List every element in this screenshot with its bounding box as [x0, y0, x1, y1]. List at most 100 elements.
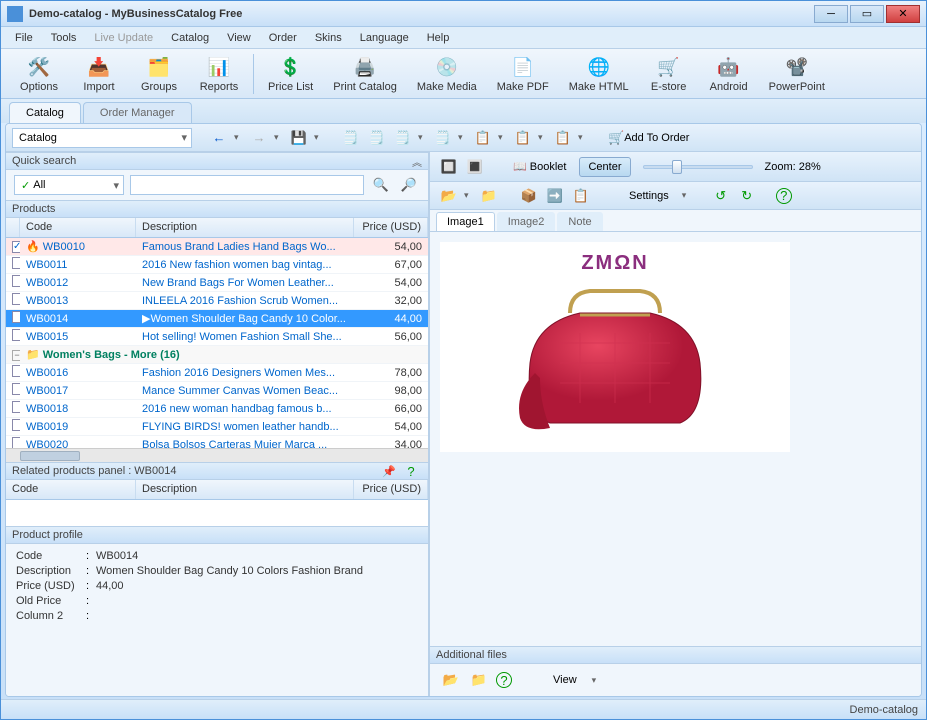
catalog-combo[interactable]: Catalog — [12, 128, 192, 148]
center-button[interactable]: Center — [579, 157, 630, 177]
menu-tools[interactable]: Tools — [43, 30, 85, 46]
collapse-icon[interactable]: ︽ — [412, 154, 422, 169]
tab-image1[interactable]: Image1 — [436, 212, 495, 231]
tool-icon-5[interactable]: 📋 — [472, 127, 494, 149]
help-icon[interactable]: ? — [776, 188, 792, 204]
toolbar-import-button[interactable]: 📥Import — [69, 52, 129, 95]
tool-icon-4[interactable]: 🗒️ — [432, 127, 454, 149]
quick-search-input[interactable] — [130, 175, 364, 195]
nav-forward-button[interactable]: → — [248, 127, 270, 149]
settings-button[interactable]: Settings — [620, 186, 678, 206]
product-image: ZMΩN — [440, 242, 790, 452]
products-grid[interactable]: 🔥 WB0010Famous Brand Ladies Hand Bags Wo… — [6, 238, 428, 448]
col-price[interactable]: Price (USD) — [354, 480, 428, 499]
quick-search-filter-combo[interactable]: ✓ All — [14, 175, 124, 195]
product-row[interactable]: WB0014▶Women Shoulder Bag Candy 10 Color… — [6, 310, 428, 328]
checkbox[interactable] — [12, 241, 20, 253]
rotate-ccw-icon[interactable]: ↺ — [710, 185, 732, 207]
checkbox[interactable] — [12, 257, 20, 269]
col-desc[interactable]: Description — [136, 218, 354, 237]
col-desc[interactable]: Description — [136, 480, 354, 499]
clipboard-icon[interactable]: 📋 — [570, 185, 592, 207]
col-code[interactable]: Code — [6, 480, 136, 499]
toolbar-android-button[interactable]: 🤖Android — [699, 52, 759, 95]
tool-icon-2[interactable]: 🗒️ — [366, 127, 388, 149]
product-row[interactable]: WB00112016 New fashion women bag vintag.… — [6, 256, 428, 274]
checkbox[interactable] — [12, 365, 20, 377]
checkbox[interactable] — [12, 401, 20, 413]
toolbar-make-pdf-button[interactable]: 📄Make PDF — [487, 52, 559, 95]
box-icon[interactable]: 📦 — [518, 185, 540, 207]
checkbox[interactable] — [12, 293, 20, 305]
product-row[interactable]: WB00182016 new woman handbag famous b...… — [6, 400, 428, 418]
preview-tool-2-icon[interactable]: 🔳 — [464, 156, 486, 178]
checkbox[interactable] — [12, 311, 20, 323]
tab-image2[interactable]: Image2 — [497, 212, 556, 231]
product-row[interactable]: WB0016Fashion 2016 Designers Women Mes..… — [6, 364, 428, 382]
checkbox[interactable] — [12, 329, 20, 341]
checkbox[interactable] — [12, 383, 20, 395]
toolbar-options-button[interactable]: 🛠️Options — [9, 52, 69, 95]
window-title: Demo-catalog - MyBusinessCatalog Free — [29, 8, 814, 20]
toolbar-make-media-button[interactable]: 💿Make Media — [407, 52, 487, 95]
product-row[interactable]: WB0017Mance Summer Canvas Women Beac...9… — [6, 382, 428, 400]
toolbar-powerpoint-button[interactable]: 📽️PowerPoint — [759, 52, 835, 95]
add-to-order-icon[interactable]: 🛒 Add To Order — [604, 127, 693, 149]
product-row[interactable]: WB0020Bolsa Bolsos Carteras Mujer Marca … — [6, 436, 428, 448]
product-row[interactable]: WB0019FLYING BIRDS! women leather handb.… — [6, 418, 428, 436]
menu-language[interactable]: Language — [352, 30, 417, 46]
tool-icon-6[interactable]: 📋 — [512, 127, 534, 149]
tab-order-manager[interactable]: Order Manager — [83, 102, 192, 123]
zoom-slider[interactable] — [643, 165, 753, 169]
help-icon[interactable]: ? — [400, 460, 422, 482]
af-folder-1-icon[interactable]: 📂 — [440, 669, 462, 691]
menu-view[interactable]: View — [219, 30, 259, 46]
pin-icon[interactable]: 📌 — [378, 460, 400, 482]
product-row[interactable]: WB0015Hot selling! Women Fashion Small S… — [6, 328, 428, 346]
tool-icon-7[interactable]: 📋 — [552, 127, 574, 149]
col-code[interactable]: Code — [20, 218, 136, 237]
tab-catalog[interactable]: Catalog — [9, 102, 81, 123]
folder-2-icon[interactable]: 📁 — [478, 185, 500, 207]
product-row[interactable]: WB0013INLEELA 2016 Fashion Scrub Women..… — [6, 292, 428, 310]
toolbar-make-html-button[interactable]: 🌐Make HTML — [559, 52, 639, 95]
toolbar-price-list-button[interactable]: 💲Price List — [258, 52, 323, 95]
booklet-button[interactable]: 📖 Booklet — [504, 156, 575, 177]
maximize-button[interactable]: ▭ — [850, 5, 884, 23]
toolbar-print-catalog-button[interactable]: 🖨️Print Catalog — [323, 52, 407, 95]
tool-icon-3[interactable]: 🗒️ — [392, 127, 414, 149]
toolbar-reports-button[interactable]: 📊Reports — [189, 52, 249, 95]
nav-back-button[interactable]: ← — [208, 127, 230, 149]
search-action-1-icon[interactable]: 🔍 — [370, 174, 392, 196]
menu-help[interactable]: Help — [419, 30, 458, 46]
toolbar-e-store-button[interactable]: 🛒E-store — [639, 52, 699, 95]
view-button[interactable]: View — [544, 670, 586, 690]
help-icon[interactable]: ? — [496, 672, 512, 688]
tab-note[interactable]: Note — [557, 212, 602, 231]
checkbox[interactable] — [12, 437, 20, 448]
checkbox[interactable] — [12, 419, 20, 431]
preview-tool-1-icon[interactable]: 🔲 — [438, 156, 460, 178]
close-button[interactable]: ✕ — [886, 5, 920, 23]
image-tabs: Image1 Image2 Note — [430, 210, 921, 232]
menu-skins[interactable]: Skins — [307, 30, 350, 46]
arrow-icon[interactable]: ➡️ — [544, 185, 566, 207]
tool-icon-1[interactable]: 🗒️ — [340, 127, 362, 149]
menu-order[interactable]: Order — [261, 30, 305, 46]
minimize-button[interactable]: ─ — [814, 5, 848, 23]
menu-catalog[interactable]: Catalog — [163, 30, 217, 46]
checkbox[interactable] — [12, 275, 20, 287]
menubar: FileToolsLive UpdateCatalogViewOrderSkin… — [1, 27, 926, 49]
rotate-cw-icon[interactable]: ↻ — [736, 185, 758, 207]
col-price[interactable]: Price (USD) — [354, 218, 428, 237]
menu-file[interactable]: File — [7, 30, 41, 46]
horizontal-scrollbar[interactable] — [6, 448, 428, 462]
search-action-2-icon[interactable]: 🔎 — [398, 174, 420, 196]
save-button[interactable]: 💾 — [288, 127, 310, 149]
open-folder-icon[interactable]: 📂 — [438, 185, 460, 207]
toolbar-groups-button[interactable]: 🗂️Groups — [129, 52, 189, 95]
product-row[interactable]: WB0012New Brand Bags For Women Leather..… — [6, 274, 428, 292]
product-row[interactable]: 🔥 WB0010Famous Brand Ladies Hand Bags Wo… — [6, 238, 428, 256]
group-row[interactable]: −📁 Women's Bags - More (16) — [6, 346, 428, 364]
af-folder-2-icon[interactable]: 📁 — [468, 669, 490, 691]
